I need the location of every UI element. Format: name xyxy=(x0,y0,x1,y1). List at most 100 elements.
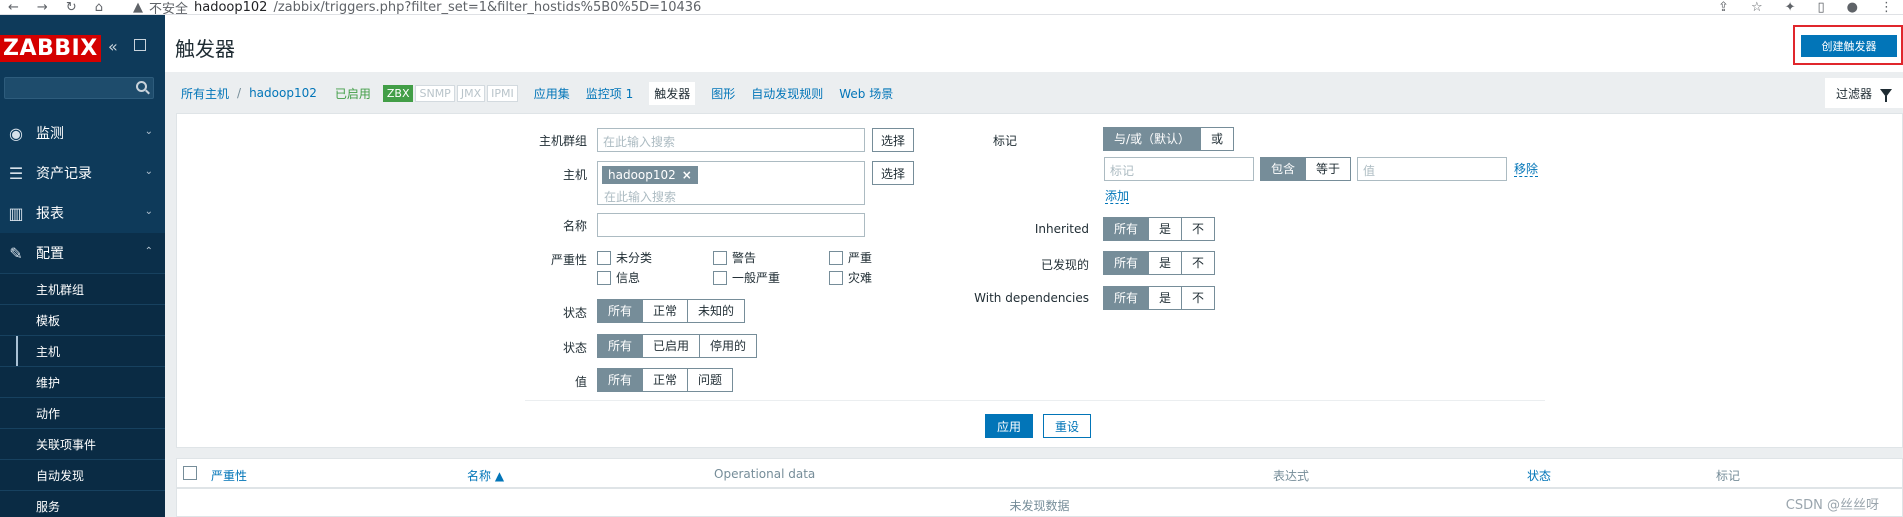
checkbox[interactable] xyxy=(829,250,843,265)
severity-disaster[interactable]: 灾难 xyxy=(829,269,872,286)
back-icon[interactable]: ← xyxy=(8,0,19,14)
column-operational-data: Operational data xyxy=(714,467,816,481)
dependencies-no[interactable]: 不 xyxy=(1181,286,1216,310)
add-tag-link[interactable]: 添加 xyxy=(1105,189,1130,204)
discovered-yes[interactable]: 是 xyxy=(1148,251,1183,275)
value-problem[interactable]: 问题 xyxy=(687,368,734,392)
tab-web-scenarios[interactable]: Web 场景 xyxy=(839,85,893,102)
submenu-templates[interactable]: 模板 xyxy=(0,304,165,335)
status-enabled[interactable]: 已启用 xyxy=(642,334,701,358)
host-group-input[interactable]: 在此输入搜索 xyxy=(597,128,865,152)
checkbox[interactable] xyxy=(597,270,611,285)
checkbox[interactable] xyxy=(597,250,611,265)
discovered-all[interactable]: 所有 xyxy=(1103,251,1150,275)
status-disabled[interactable]: 停用的 xyxy=(699,334,758,358)
tab-applications[interactable]: 应用集 xyxy=(534,85,570,102)
breadcrumb-all-hosts[interactable]: 所有主机 xyxy=(181,85,229,102)
remove-tag-link[interactable]: 移除 xyxy=(1514,162,1539,177)
star-icon[interactable]: ☆ xyxy=(1751,0,1763,14)
dependencies-radio-group: 所有 是 不 xyxy=(1103,286,1216,310)
tab-items[interactable]: 监控项 1 xyxy=(586,85,633,102)
filter-tab[interactable]: 过滤器 xyxy=(1825,78,1903,108)
tag-op-equals[interactable]: 等于 xyxy=(1305,157,1352,181)
state-all[interactable]: 所有 xyxy=(597,299,644,323)
menu-item-configuration[interactable]: ✎ 配置 ⌃ xyxy=(0,233,165,273)
collapse-sidebar-icon[interactable]: « xyxy=(108,37,118,56)
value-all[interactable]: 所有 xyxy=(597,368,644,392)
host-select-button[interactable]: 选择 xyxy=(872,161,915,185)
menu-item-reports[interactable]: ▥ 报表 ⌄ xyxy=(0,193,165,233)
state-normal[interactable]: 正常 xyxy=(642,299,689,323)
tags-eval-or[interactable]: 或 xyxy=(1200,127,1235,151)
create-trigger-highlight: 创建触发器 xyxy=(1793,25,1903,65)
submenu-host-groups[interactable]: 主机群组 xyxy=(0,273,165,304)
share-icon[interactable]: ⇪ xyxy=(1718,0,1729,14)
column-severity[interactable]: 严重性 xyxy=(211,467,247,484)
host-group-select-button[interactable]: 选择 xyxy=(872,128,915,152)
host-search-input[interactable]: 在此输入搜索 xyxy=(604,188,676,205)
address-bar[interactable]: ▲ 不安全 hadoop102/zabbix/triggers.php?filt… xyxy=(133,0,702,15)
state-unknown[interactable]: 未知的 xyxy=(687,299,746,323)
submenu-event-correlation[interactable]: 关联项事件 xyxy=(0,428,165,459)
host-chip-label: hadoop102 xyxy=(608,168,676,182)
extension-icon[interactable]: ✦ xyxy=(1785,0,1796,14)
breadcrumb-host[interactable]: hadoop102 xyxy=(249,86,317,100)
column-status[interactable]: 状态 xyxy=(1527,467,1551,484)
inherited-all[interactable]: 所有 xyxy=(1103,217,1150,241)
submenu-services[interactable]: 服务 xyxy=(0,490,165,517)
dependencies-yes[interactable]: 是 xyxy=(1148,286,1183,310)
host-multiselect[interactable]: hadoop102 × 在此输入搜索 xyxy=(597,161,865,205)
name-input[interactable] xyxy=(597,213,865,237)
zabbix-logo[interactable]: ZABBIX xyxy=(0,35,101,62)
discovered-no[interactable]: 不 xyxy=(1181,251,1216,275)
apply-button[interactable]: 应用 xyxy=(985,414,1033,438)
select-all-checkbox[interactable] xyxy=(183,466,197,480)
inherited-label: Inherited xyxy=(1034,222,1089,236)
submenu-hosts[interactable]: 主机 xyxy=(0,335,165,367)
tag-op-contains[interactable]: 包含 xyxy=(1260,157,1307,181)
reload-icon[interactable]: ↻ xyxy=(66,0,77,14)
inherited-yes[interactable]: 是 xyxy=(1148,217,1183,241)
status-all[interactable]: 所有 xyxy=(597,334,644,358)
dependencies-all[interactable]: 所有 xyxy=(1103,286,1150,310)
menu-item-inventory[interactable]: ☰ 资产记录 ⌄ xyxy=(0,153,165,193)
url-path: /zabbix/triggers.php?filter_set=1&filter… xyxy=(273,0,702,15)
forward-icon[interactable]: → xyxy=(37,0,48,14)
checkbox[interactable] xyxy=(713,250,727,265)
severity-not-classified[interactable]: 未分类 xyxy=(597,249,652,266)
remove-chip-icon[interactable]: × xyxy=(682,168,692,182)
tab-graphs[interactable]: 图形 xyxy=(711,85,735,102)
wrench-icon: ✎ xyxy=(9,244,23,263)
submenu-discovery[interactable]: 自动发现 xyxy=(0,459,165,490)
tag-name-input[interactable]: 标记 xyxy=(1104,157,1254,181)
profile-icon[interactable]: ● xyxy=(1847,0,1858,14)
tab-triggers[interactable]: 触发器 xyxy=(649,81,696,105)
submenu-actions[interactable]: 动作 xyxy=(0,397,165,428)
checkbox[interactable] xyxy=(829,270,843,285)
severity-information[interactable]: 信息 xyxy=(597,269,640,286)
tags-eval-and-or[interactable]: 与/或（默认） xyxy=(1103,127,1202,151)
inherited-no[interactable]: 不 xyxy=(1181,217,1216,241)
home-icon[interactable]: ⌂ xyxy=(95,0,103,14)
tab-discovery-rules[interactable]: 自动发现规则 xyxy=(751,85,823,102)
reset-button[interactable]: 重设 xyxy=(1043,414,1091,438)
value-ok[interactable]: 正常 xyxy=(642,368,689,392)
severity-warning[interactable]: 警告 xyxy=(713,249,756,266)
sidepanel-icon[interactable]: ▯ xyxy=(1818,0,1825,14)
checkbox-label: 一般严重 xyxy=(732,271,781,285)
column-name[interactable]: 名称 ▲ xyxy=(467,467,504,484)
search-icon[interactable] xyxy=(136,81,147,92)
tag-value-input[interactable]: 值 xyxy=(1357,157,1507,181)
checkbox[interactable] xyxy=(713,270,727,285)
host-status[interactable]: 已启用 xyxy=(335,85,371,102)
more-icon[interactable]: ⋮ xyxy=(1880,0,1893,14)
watermark: CSDN @丝丝呀 xyxy=(1785,498,1879,513)
severity-average[interactable]: 一般严重 xyxy=(713,269,780,286)
kiosk-mode-icon[interactable] xyxy=(134,39,146,51)
menu-item-monitoring[interactable]: ◉ 监测 ⌄ xyxy=(0,113,165,153)
submenu-maintenance[interactable]: 维护 xyxy=(0,366,165,397)
sidebar-search-input[interactable] xyxy=(4,77,154,99)
chevron-down-icon: ⌄ xyxy=(144,126,153,137)
create-trigger-button[interactable]: 创建触发器 xyxy=(1801,35,1897,57)
severity-high[interactable]: 严重 xyxy=(829,249,872,266)
